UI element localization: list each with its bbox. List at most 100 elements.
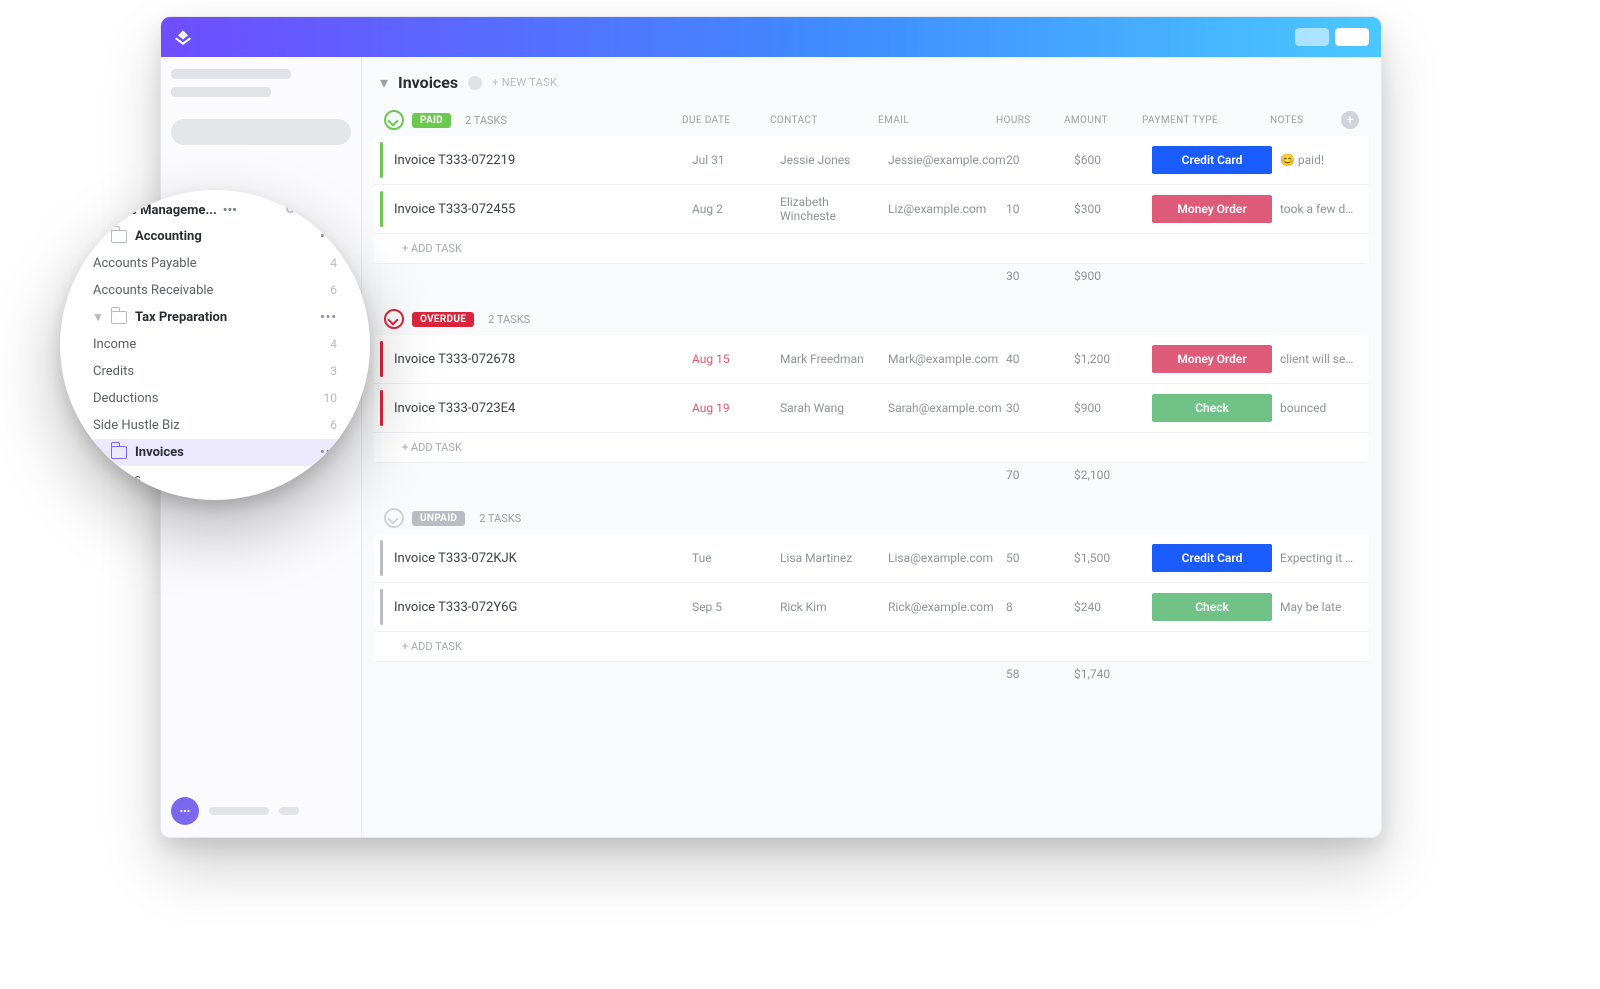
notes: client will send next w (1280, 352, 1359, 366)
group-toggle-icon[interactable] (384, 508, 404, 528)
list-name: Accounts Payable (93, 256, 197, 271)
task-count: 2 TASKS (488, 313, 530, 326)
sidebar-skeleton (171, 69, 291, 79)
amount: $1,500 (1074, 551, 1144, 565)
space-name: Finance Manageme... (91, 203, 217, 218)
due-date: Sep 5 (692, 600, 772, 614)
folder-name: Invoices (135, 445, 184, 460)
payment-type-button[interactable]: Money Order (1152, 195, 1272, 223)
folder-name: Tax Preparation (135, 310, 227, 325)
info-icon[interactable] (468, 76, 482, 90)
collapse-icon[interactable]: ▾ (380, 73, 388, 92)
column-header: PAYMENT TYPE (1142, 115, 1262, 126)
status-chip[interactable]: PAID (412, 113, 451, 128)
list-item[interactable]: Side Hustle Biz6 (85, 412, 345, 439)
payment-type-button[interactable]: Credit Card (1152, 544, 1272, 572)
status-chip[interactable]: OVERDUE (412, 312, 474, 327)
notes: Expecting it next week (1280, 551, 1359, 565)
email: Sarah@example.com (888, 401, 998, 415)
hours: 8 (1006, 600, 1066, 614)
more-icon[interactable]: ••• (320, 310, 337, 325)
task-name: Invoice T333-072Y6G (394, 600, 684, 615)
contact: Rick Kim (780, 600, 880, 614)
chevron-down-icon[interactable]: ▾ (93, 229, 103, 244)
table-row[interactable]: Invoice T333-072678Aug 15Mark FreedmanMa… (374, 335, 1369, 383)
sidebar-skeleton (279, 807, 299, 815)
sidebar-zoom: Finance Manageme... ••• ⚙ ＋ 🔍︎ ▾Accounti… (60, 190, 370, 500)
hours: 20 (1006, 153, 1066, 167)
due-date: Tue (692, 551, 772, 565)
list-item[interactable]: Credits 3 (85, 358, 345, 385)
item-count: 3 (330, 364, 337, 378)
chat-icon[interactable] (171, 797, 199, 825)
topbar-pill[interactable] (1295, 28, 1329, 46)
amount: $240 (1074, 600, 1144, 614)
status-chip[interactable]: UNPAID (412, 511, 465, 526)
contact: Elizabeth Wincheste (780, 195, 880, 223)
email: Lisa@example.com (888, 551, 998, 565)
list-item[interactable]: Deductions10 (85, 385, 345, 412)
list-item[interactable]: Accounts Payable 4 (85, 250, 345, 277)
folder-icon (111, 446, 127, 459)
payment-type-button[interactable]: Check (1152, 593, 1272, 621)
folder-item[interactable]: ▾Accounting••• (85, 223, 345, 250)
payment-type-button[interactable]: Money Order (1152, 345, 1272, 373)
topbar-pill[interactable] (1335, 28, 1369, 46)
group-toggle-icon[interactable] (384, 309, 404, 329)
contact: Mark Freedman (780, 352, 880, 366)
total-hours: 70 (1006, 468, 1066, 482)
total-amount: $2,100 (1074, 468, 1144, 482)
folder-icon (111, 230, 127, 243)
list-item[interactable]: Accounts Receivable 6 (85, 277, 345, 304)
group-toggle-icon[interactable] (384, 110, 404, 130)
content: ▾ Invoices + NEW TASK PAID2 TASKSDUE DAT… (362, 57, 1381, 837)
sidebar-skeleton (209, 807, 269, 815)
table-row[interactable]: Invoice T333-072455Aug 2Elizabeth Winche… (374, 184, 1369, 233)
table-row[interactable]: Invoice T333-072219Jul 31Jessie JonesJes… (374, 136, 1369, 184)
item-count: 6 (330, 283, 337, 297)
amount: $300 (1074, 202, 1144, 216)
notes: bounced (1280, 401, 1359, 415)
table-row[interactable]: Invoice T333-0723E4Aug 19Sarah WangSarah… (374, 383, 1369, 432)
email: Rick@example.com (888, 600, 998, 614)
sidebar-search[interactable] (171, 119, 351, 145)
item-count: 4 (330, 256, 337, 270)
notes: May be late (1280, 600, 1359, 614)
new-task-button[interactable]: + NEW TASK (492, 76, 557, 89)
list-item[interactable]: Income4 (85, 331, 345, 358)
amount: $1,200 (1074, 352, 1144, 366)
folder-icon (111, 311, 127, 324)
add-task-button[interactable]: + ADD TASK (374, 233, 1369, 263)
item-count: 6 (330, 418, 337, 432)
due-date: Aug 2 (692, 202, 772, 216)
more-icon[interactable]: ••• (223, 203, 237, 218)
folder-item[interactable]: ▾ Tax Preparation ••• (85, 304, 345, 331)
table-row[interactable]: Invoice T333-072KJKTueLisa MartinezLisa@… (374, 534, 1369, 582)
column-header: AMOUNT (1064, 115, 1134, 126)
app-logo-icon (173, 27, 193, 47)
payment-type-button[interactable]: Credit Card (1152, 146, 1272, 174)
column-header: EMAIL (878, 115, 988, 126)
hours: 40 (1006, 352, 1066, 366)
add-task-button[interactable]: + ADD TASK (374, 631, 1369, 661)
due-date: Aug 15 (692, 352, 772, 366)
due-date: Jul 31 (692, 153, 772, 167)
hours: 30 (1006, 401, 1066, 415)
total-hours: 58 (1006, 667, 1066, 681)
add-task-button[interactable]: + ADD TASK (374, 432, 1369, 462)
table-row[interactable]: Invoice T333-072Y6G Sep 5 Rick Kim Rick@exa… (374, 582, 1369, 631)
list-name: Credits (93, 364, 134, 379)
contact: Jessie Jones (780, 153, 880, 167)
column-header: HOURS (996, 115, 1056, 126)
folder-item[interactable]: ▾Invoices••• (85, 439, 345, 466)
total-amount: $1,740 (1074, 667, 1144, 681)
column-header: CONTACT (770, 115, 870, 126)
notes: 😊 paid! (1280, 153, 1359, 167)
chevron-down-icon[interactable]: ▾ (93, 445, 103, 460)
task-count: 2 TASKS (465, 114, 507, 127)
payment-type-button[interactable]: Check (1152, 394, 1272, 422)
add-column-icon[interactable]: + (1341, 111, 1359, 129)
folder-name: Accounting (135, 229, 202, 244)
chevron-down-icon[interactable]: ▾ (93, 310, 103, 325)
list-name: Accounts Receivable (93, 283, 213, 298)
